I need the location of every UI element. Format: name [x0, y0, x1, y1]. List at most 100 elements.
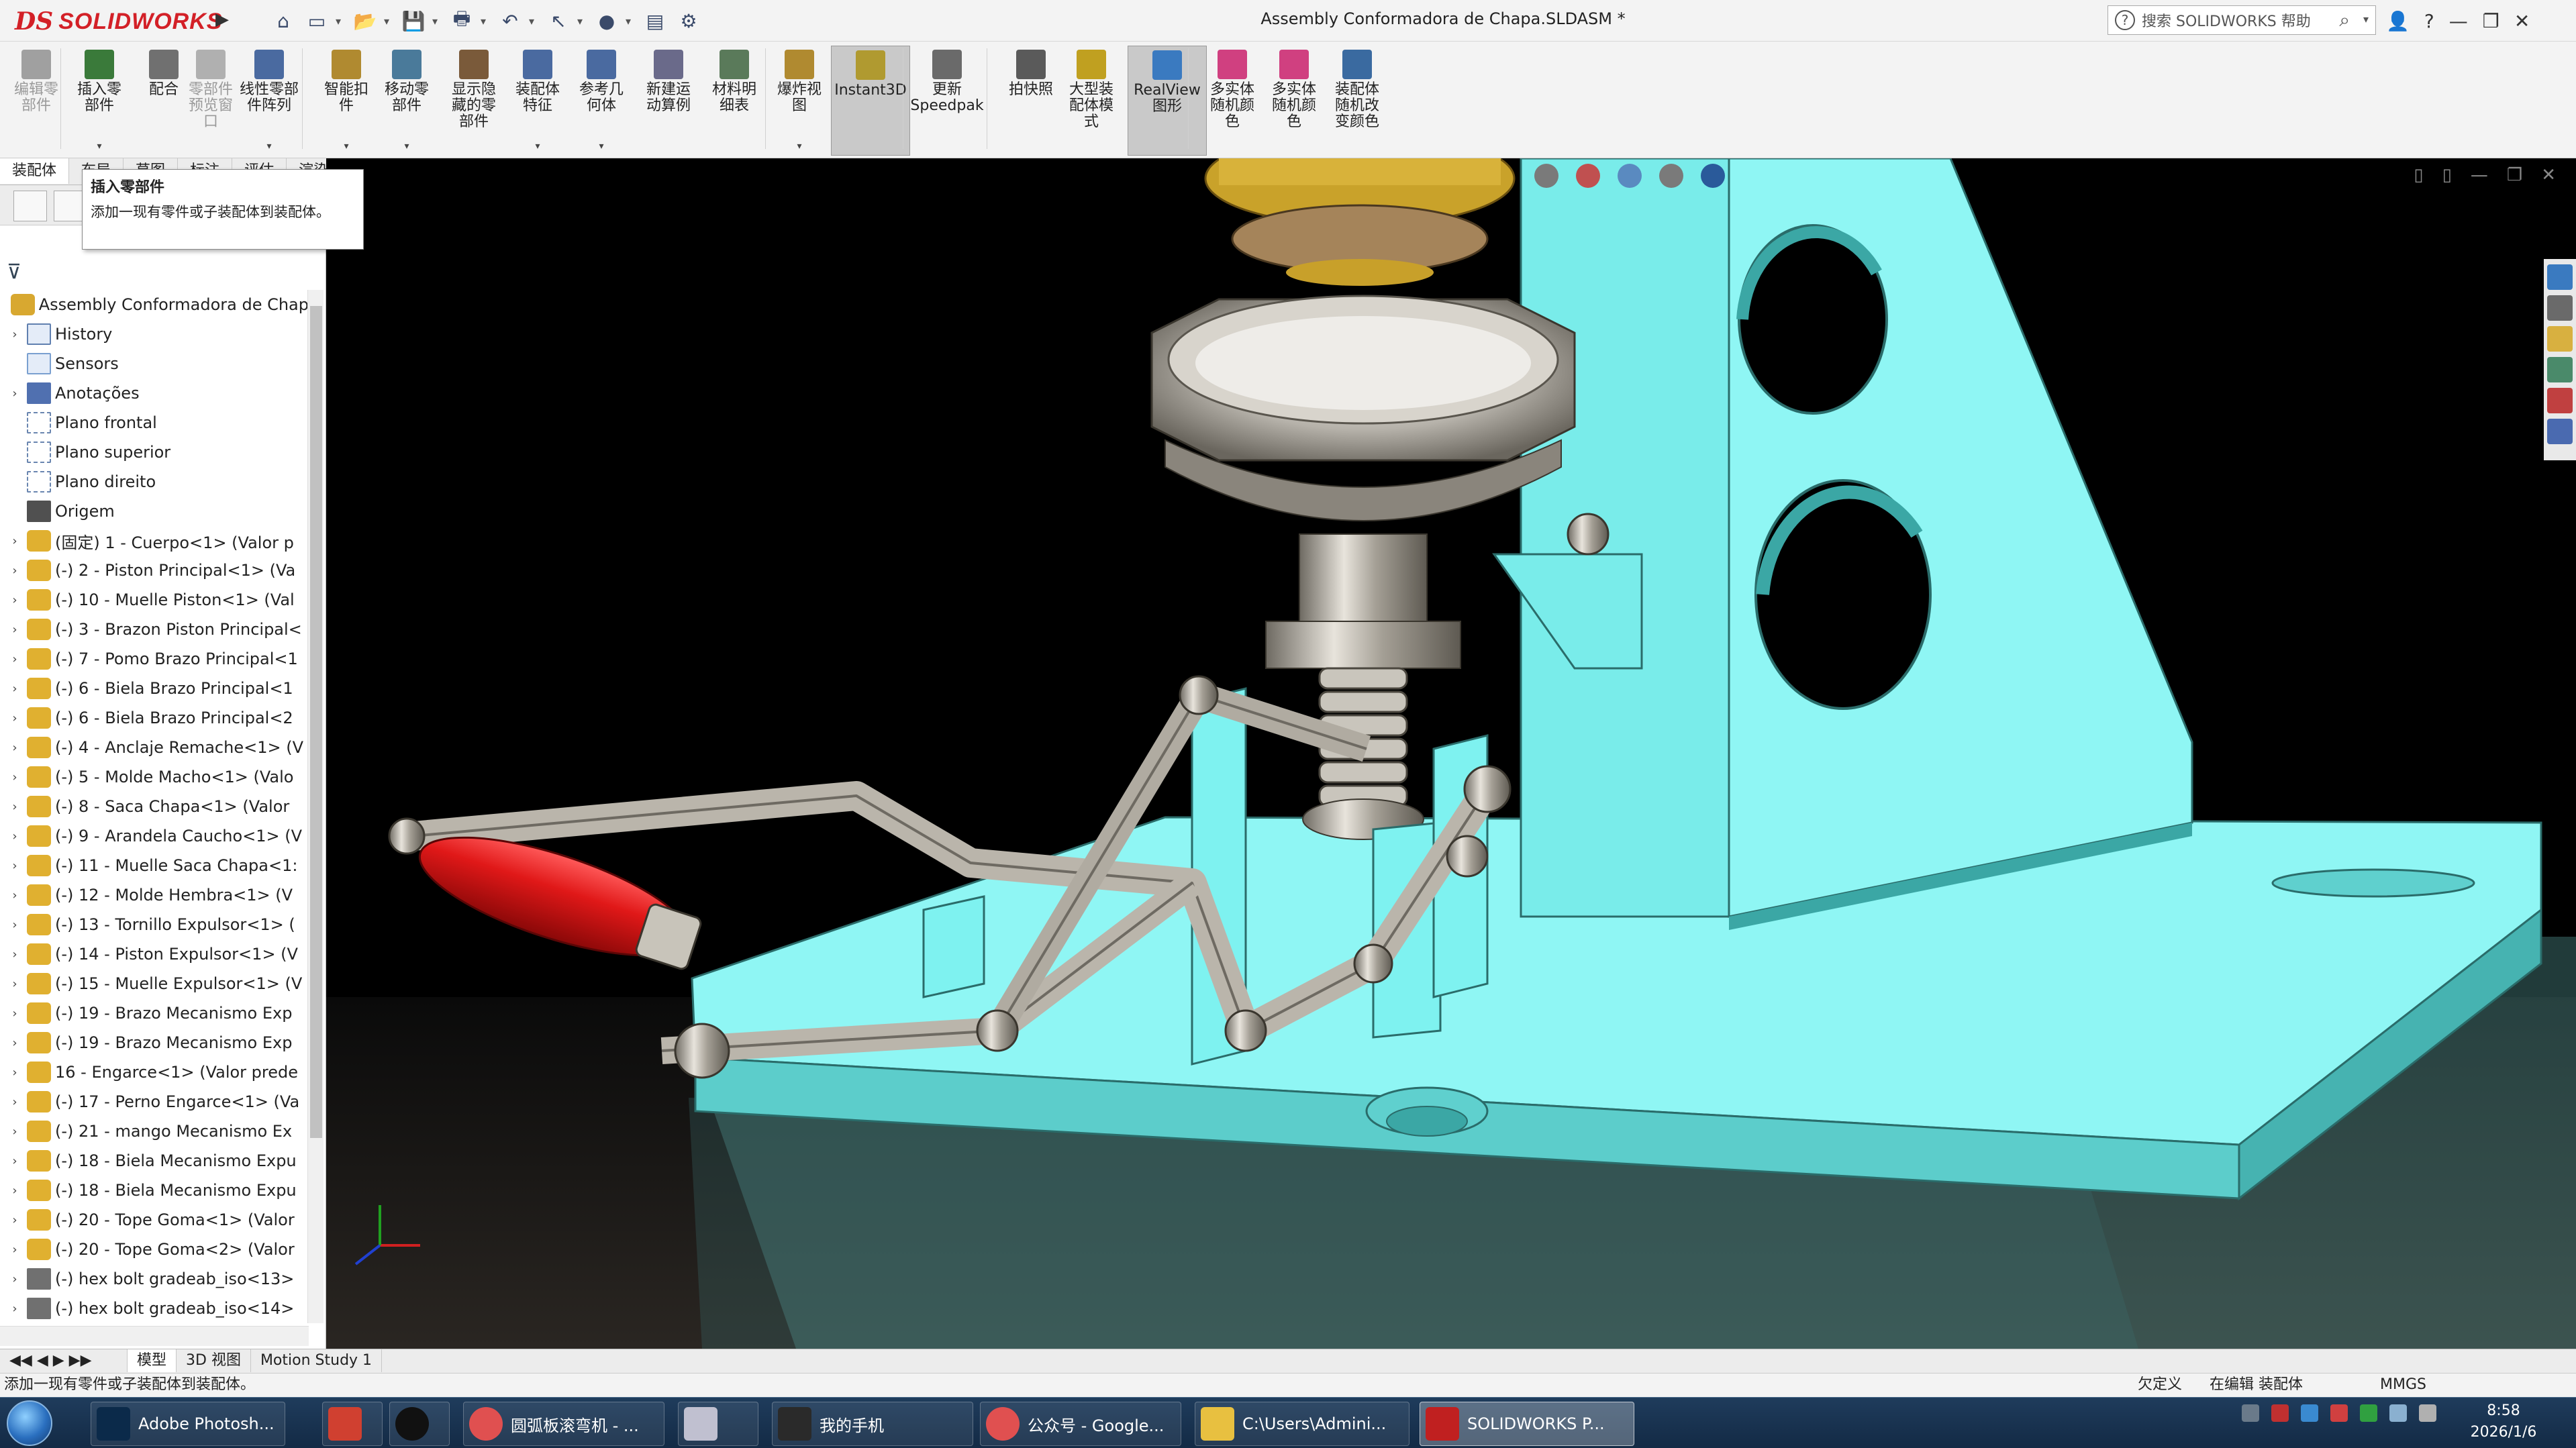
help-icon[interactable]: ? [2424, 10, 2434, 32]
tree-item[interactable]: › (-) 5 - Molde Macho<1> (Valo [0, 762, 309, 792]
dropdown-arrow-icon[interactable]: ▾ [384, 15, 395, 28]
dropdown-arrow-icon[interactable]: ▾ [481, 15, 491, 28]
ribbon-button-19[interactable]: 多实体 随机颜 色 [1263, 46, 1325, 156]
tree-item[interactable]: › (-) 12 - Molde Hembra<1> (V [0, 880, 309, 910]
view-palette-icon[interactable] [2547, 357, 2573, 382]
start-button[interactable] [7, 1400, 52, 1446]
tree-item[interactable]: › (-) 6 - Biela Brazo Principal<1 [0, 674, 309, 703]
tree-item[interactable]: Plano superior [0, 437, 309, 467]
tree-expand-icon[interactable]: › [8, 1006, 21, 1021]
new-document-icon[interactable]: ▭ [302, 6, 332, 36]
ribbon-button-14[interactable]: 更新 Speedpak [910, 46, 984, 156]
tree-item[interactable]: › (-) 17 - Perno Engarce<1> (Va [0, 1087, 309, 1117]
ribbon-button-15[interactable]: 拍快照 [1000, 46, 1062, 156]
viewport-close-icon[interactable]: ✕ [2541, 165, 2556, 185]
tree-item[interactable]: › (-) 9 - Arandela Caucho<1> (V [0, 821, 309, 851]
tree-expand-icon[interactable]: › [8, 1272, 21, 1286]
feature-manager-tab-icon[interactable] [13, 191, 47, 221]
ribbon-button-5[interactable]: 智能扣 件 ▾ [315, 46, 377, 156]
minimize-icon[interactable]: — [2449, 10, 2468, 32]
ribbon-button-4[interactable]: 线性零部 件阵列 ▾ [238, 46, 300, 156]
ribbon-button-13[interactable]: Instant3D [831, 46, 910, 156]
tray-icon[interactable] [2330, 1404, 2348, 1422]
tree-expand-icon[interactable]: › [8, 1184, 21, 1198]
viewport-minimize-icon[interactable]: — [2471, 165, 2488, 185]
tray-icon[interactable] [2242, 1404, 2259, 1422]
tile-vertical-icon[interactable]: ▯ [2442, 165, 2452, 185]
tree-expand-icon[interactable]: › [8, 947, 21, 962]
ribbon-dropdown-icon[interactable]: ▾ [266, 138, 271, 154]
ribbon-dropdown-icon[interactable]: ▾ [97, 138, 101, 154]
dropdown-arrow-icon[interactable]: ▾ [626, 15, 636, 28]
tray-icon[interactable] [2301, 1404, 2318, 1422]
tree-expand-icon[interactable]: › [8, 623, 21, 637]
ribbon-button-6[interactable]: 移动零 部件 ▾ [376, 46, 438, 156]
tree-expand-icon[interactable]: › [8, 593, 21, 607]
tree-expand-icon[interactable]: › [8, 770, 21, 784]
taskbar-item[interactable]: 圆弧板滚弯机 - ... [463, 1402, 664, 1446]
tree-expand-icon[interactable]: › [8, 918, 21, 932]
scene-icon[interactable] [1659, 164, 1683, 188]
tree-expand-icon[interactable]: › [8, 888, 21, 902]
ribbon-dropdown-icon[interactable]: ▾ [599, 138, 603, 154]
open-folder-icon[interactable]: 📂 [350, 6, 380, 36]
ribbon-button-16[interactable]: 大型装 配体模 式 [1060, 46, 1122, 156]
scroll-arrows[interactable]: ◀◀ ◀ ▶ ▶▶ [0, 1349, 128, 1372]
tree-item[interactable]: › (-) 20 - Tope Goma<2> (Valor [0, 1235, 309, 1264]
taskbar-clock[interactable]: 8:58 2026/1/6 [2457, 1400, 2550, 1443]
tree-item[interactable]: › (固定) 1 - Cuerpo<1> (Valor p [0, 526, 309, 556]
tree-expand-icon[interactable]: › [8, 1213, 21, 1227]
tree-item[interactable]: Sensors [0, 349, 309, 378]
ribbon-button-11[interactable]: 材料明 细表 [703, 46, 765, 156]
menu-expand-arrow-icon[interactable]: ▶ [213, 9, 231, 32]
restore-icon[interactable]: ❐ [2483, 10, 2499, 32]
user-icon[interactable]: 👤 [2386, 10, 2410, 32]
tree-item[interactable]: › (-) 21 - mango Mecanismo Ex [0, 1117, 309, 1146]
display-style-icon[interactable] [1576, 164, 1600, 188]
dropdown-arrow-icon[interactable]: ▾ [529, 15, 540, 28]
tree-expand-icon[interactable]: › [8, 1125, 21, 1139]
tray-icon[interactable] [2389, 1404, 2407, 1422]
tray-icon[interactable] [2271, 1404, 2289, 1422]
undo-icon[interactable]: ↶ [495, 6, 525, 36]
ribbon-button-20[interactable]: 装配体 随机改 变颜色 [1326, 46, 1388, 156]
search-dropdown-icon[interactable]: ▾ [2363, 13, 2369, 25]
taskbar-item[interactable]: C:\Users\Admini... [1195, 1402, 1409, 1446]
ribbon-dropdown-icon[interactable]: ▾ [404, 138, 409, 154]
ribbon-dropdown-icon[interactable]: ▾ [535, 138, 540, 154]
options-gear-icon[interactable]: ⚙ [674, 6, 703, 36]
design-library-icon[interactable] [2547, 295, 2573, 321]
ribbon-dropdown-icon[interactable]: ▾ [797, 138, 801, 154]
tree-expand-icon[interactable]: › [8, 1036, 21, 1050]
tree-expand-icon[interactable]: › [8, 711, 21, 725]
tree-item[interactable]: Plano frontal [0, 408, 309, 437]
dropdown-arrow-icon[interactable]: ▾ [577, 15, 588, 28]
scrollbar-thumb[interactable] [310, 306, 322, 1138]
tile-icon[interactable]: ▯ [2414, 165, 2423, 185]
dropdown-arrow-icon[interactable]: ▾ [336, 15, 346, 28]
tree-item[interactable]: › (-) 3 - Brazon Piston Principal< [0, 615, 309, 644]
view-orientation-icon[interactable] [1534, 164, 1558, 188]
tree-horizontal-scrollbar[interactable] [0, 1326, 309, 1346]
ribbon-dropdown-icon[interactable]: ▾ [344, 138, 348, 154]
tree-item[interactable]: › (-) 15 - Muelle Expulsor<1> (V [0, 969, 309, 998]
taskbar-item[interactable] [389, 1402, 450, 1446]
taskbar-item[interactable]: Adobe Photosh... [91, 1402, 285, 1446]
tree-item[interactable]: › (-) 20 - Tope Goma<1> (Valor [0, 1205, 309, 1235]
tree-item[interactable]: Plano direito [0, 467, 309, 497]
tree-expand-icon[interactable]: › [8, 1302, 21, 1316]
tree-item[interactable]: › (-) 2 - Piston Principal<1> (Va [0, 556, 309, 585]
bottom-tab-0[interactable]: 模型 [128, 1349, 177, 1372]
taskbar-item[interactable]: 我的手机 [772, 1402, 973, 1446]
tree-item[interactable]: › (-) hex bolt gradeab_iso<14> [0, 1294, 309, 1323]
tree-item[interactable]: › 16 - Engarce<1> (Valor prede [0, 1057, 309, 1087]
tree-expand-icon[interactable]: › [8, 800, 21, 814]
tray-icon[interactable] [2419, 1404, 2436, 1422]
assembly-model-render[interactable] [326, 158, 2576, 1349]
tree-item[interactable]: › (-) 11 - Muelle Saca Chapa<1: [0, 851, 309, 880]
custom-properties-icon[interactable] [2547, 419, 2573, 444]
taskbar-item[interactable]: SOLIDWORKS P... [1420, 1402, 1634, 1446]
bottom-tab-2[interactable]: Motion Study 1 [251, 1349, 383, 1372]
tree-item[interactable]: › (-) 6 - Biela Brazo Principal<2 [0, 703, 309, 733]
tree-item[interactable]: Origem [0, 497, 309, 526]
